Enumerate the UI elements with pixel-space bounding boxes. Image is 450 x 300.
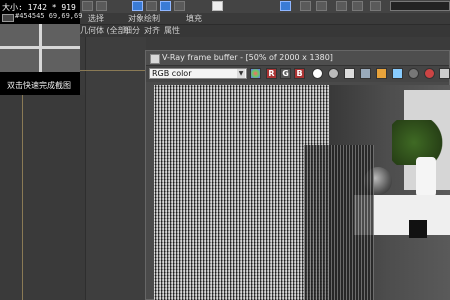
region-select-button[interactable] [146, 1, 157, 11]
tab-object-paint[interactable]: 对象绘制 [128, 13, 160, 24]
vfb-title: V-Ray frame buffer - [50% of 2000 x 1380… [162, 53, 333, 62]
capture-hint-text: 双击快速完成截图 [7, 81, 71, 90]
blue-channel-button[interactable]: B [294, 68, 305, 79]
tab-selection[interactable]: 选择 [88, 13, 104, 24]
save-image-icon[interactable] [344, 68, 355, 79]
red-channel-button[interactable]: R [266, 68, 277, 79]
alpha-channel-icon[interactable] [312, 68, 323, 79]
rotate-button[interactable] [174, 1, 185, 11]
mono-icon[interactable] [328, 68, 339, 79]
settings-icon[interactable] [439, 68, 450, 79]
align-button[interactable] [352, 1, 363, 11]
viewport-guide-line [80, 70, 145, 71]
render-noise-region [154, 85, 329, 300]
tab-populate[interactable]: 填充 [186, 13, 202, 24]
subdivide-item[interactable]: 细分 [124, 25, 140, 36]
green-channel-button[interactable]: G [280, 68, 291, 79]
chevron-down-icon: ▼ [237, 69, 245, 78]
viewport-border [22, 95, 23, 300]
clear-image-icon[interactable] [360, 68, 371, 79]
vfb-app-icon [150, 54, 160, 64]
geometry-filter[interactable]: 几何体 (全部) [80, 25, 129, 36]
capture-color-label: #454545 69,69,69 [15, 12, 83, 20]
percent-snap-button[interactable] [316, 1, 327, 11]
color-swatch [2, 14, 14, 22]
track-mouse-icon[interactable] [408, 68, 419, 79]
properties-item[interactable]: 属性 [164, 25, 180, 36]
stop-render-icon[interactable] [424, 68, 435, 79]
crosshair-horizontal [0, 46, 80, 49]
render-vase [416, 157, 436, 197]
vray-frame-buffer-window[interactable]: V-Ray frame buffer - [50% of 2000 x 1380… [145, 50, 450, 300]
move-button[interactable] [160, 1, 171, 11]
render-noise-edge [304, 145, 374, 300]
mirror-button[interactable] [336, 1, 347, 11]
angle-snap-button[interactable] [300, 1, 311, 11]
vfb-title-bar[interactable]: V-Ray frame buffer - [50% of 2000 x 1380… [146, 51, 449, 66]
capture-info-panel: 大小: 1742 * 919 #454545 69,69,69 双击快速完成截图 [0, 0, 83, 95]
layer-button[interactable] [370, 1, 381, 11]
channel-value: RGB color [152, 69, 192, 78]
snap-button[interactable] [280, 1, 291, 11]
open-folder-icon[interactable] [376, 68, 387, 79]
align-item[interactable]: 对齐 [144, 25, 160, 36]
render-image[interactable] [154, 85, 450, 300]
duplicate-icon[interactable] [392, 68, 403, 79]
scale-button[interactable] [212, 1, 223, 11]
vfb-toolbar: RGB color ▼ R G B [146, 66, 450, 82]
channel-dropdown[interactable]: RGB color ▼ [149, 68, 247, 79]
select-object-button[interactable] [132, 1, 143, 11]
select-tool-button[interactable] [82, 1, 93, 11]
render-bucket [409, 220, 427, 238]
move-tool-button[interactable] [96, 1, 107, 11]
color-channels-icon[interactable] [250, 68, 261, 79]
named-selection-field[interactable] [390, 1, 450, 11]
side-panel [85, 37, 146, 300]
